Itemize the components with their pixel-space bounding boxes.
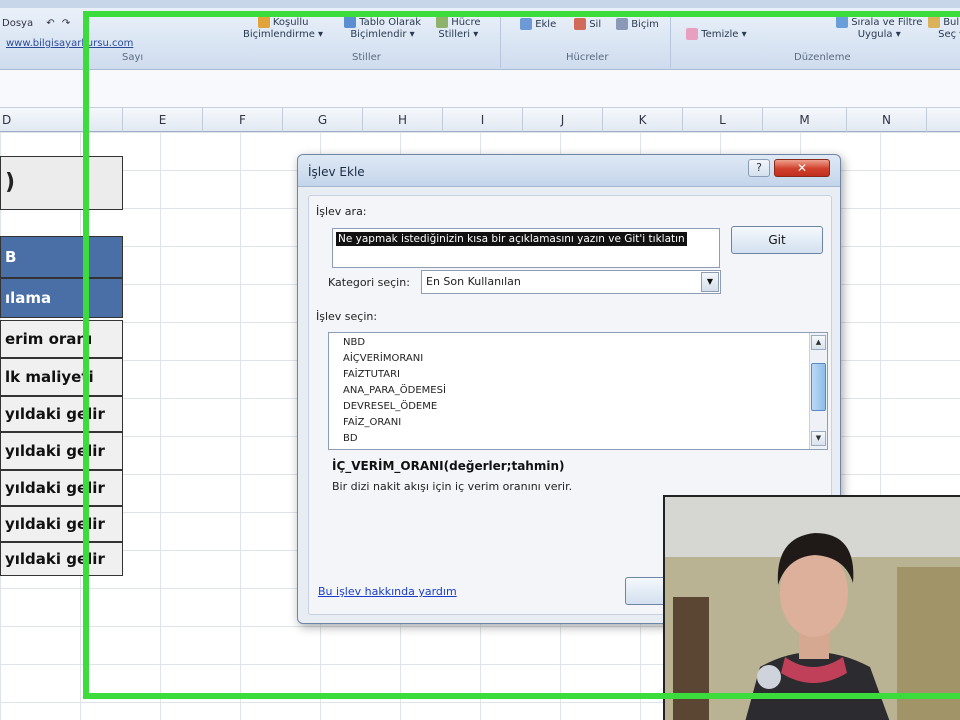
data-cell[interactable]: erim oranı xyxy=(0,320,123,358)
cell-styles-button[interactable]: Hücre Stilleri ▾ xyxy=(436,16,481,41)
function-signature: İÇ_VERİM_ORANI(değerler;tahmin) xyxy=(332,459,565,473)
find-select-icon xyxy=(928,16,940,28)
dropdown-arrow-icon[interactable]: ▼ xyxy=(701,272,719,292)
category-select[interactable]: En Son Kullanılan ▼ xyxy=(421,270,721,294)
group-label-number: Sayı xyxy=(122,52,144,63)
scroll-down-icon[interactable]: ▼ xyxy=(811,431,826,446)
format-as-table-button[interactable]: Tablo Olarak Biçimlendir ▾ xyxy=(344,16,421,41)
close-button[interactable]: ✕ xyxy=(774,159,830,177)
sort-filter-icon xyxy=(836,16,848,28)
column-header[interactable]: E xyxy=(123,108,203,132)
scroll-up-icon[interactable]: ▲ xyxy=(811,335,826,350)
find-select-button[interactable]: Bul ve Seç ▾ xyxy=(928,16,960,41)
conditional-format-icon xyxy=(257,16,270,28)
scroll-thumb[interactable] xyxy=(811,363,826,411)
column-header[interactable]: M xyxy=(763,108,847,132)
insert-cells-button[interactable]: Ekle xyxy=(520,18,556,31)
undo-icon[interactable]: ↶ xyxy=(46,18,54,29)
data-cell[interactable]: yıldaki gelir xyxy=(0,432,123,470)
door-frame xyxy=(673,597,709,720)
function-list-label: İşlev seçin: xyxy=(316,310,378,323)
function-list-item[interactable]: NBD xyxy=(343,337,365,348)
clear-button[interactable]: Temizle ▾ xyxy=(686,28,747,41)
category-value: En Son Kullanılan xyxy=(426,275,521,288)
column-header[interactable]: I xyxy=(443,108,523,132)
quick-access-toolbar[interactable]: Dosya ↶ ↷ xyxy=(2,18,70,29)
search-input-text: Ne yapmak istediğinizin kısa bir açıklam… xyxy=(336,232,687,246)
format-cells-button[interactable]: Biçim xyxy=(616,18,659,31)
title-cell[interactable]: ) xyxy=(0,156,123,210)
column-header[interactable]: N xyxy=(847,108,927,132)
close-icon: ✕ xyxy=(796,161,808,175)
column-header[interactable]: K xyxy=(603,108,683,132)
function-search-input[interactable]: Ne yapmak istediğinizin kısa bir açıklam… xyxy=(332,228,720,268)
function-help-link[interactable]: Bu işlev hakkında yardım xyxy=(318,585,457,598)
sort-filter-button[interactable]: Sırala ve Filtre Uygula ▾ xyxy=(836,16,922,41)
eraser-icon xyxy=(686,28,698,40)
function-list-item[interactable]: FAİZTUTARI xyxy=(343,369,400,380)
go-button[interactable]: Git xyxy=(731,226,823,254)
data-cell[interactable]: yıldaki gelir xyxy=(0,396,123,432)
function-description: Bir dizi nakit akışı için iç verim oranı… xyxy=(332,480,573,493)
group-label-editing: Düzenleme xyxy=(794,52,851,63)
ribbon-top-strip xyxy=(0,0,960,8)
cell-styles-icon xyxy=(436,16,448,28)
column-header[interactable]: G xyxy=(283,108,363,132)
ribbon-separator xyxy=(670,12,671,68)
format-icon xyxy=(616,18,628,30)
search-label: İşlev ara: xyxy=(316,205,367,218)
presenter-video xyxy=(665,497,960,720)
header-cell[interactable]: B xyxy=(0,236,123,278)
ribbon-separator xyxy=(500,12,501,68)
column-header[interactable]: D xyxy=(0,108,123,132)
data-cell[interactable]: yıldaki gelir xyxy=(0,542,123,576)
watermark-url: www.bilgisayarkursu.com xyxy=(6,38,134,49)
webcam-overlay xyxy=(663,495,960,720)
data-cell[interactable]: yıldaki gelir xyxy=(0,506,123,542)
dialog-title-bar[interactable]: İşlev Ekle ? ✕ xyxy=(298,155,840,187)
category-label: Kategori seçin: xyxy=(328,276,410,289)
window xyxy=(897,567,960,720)
header-cell[interactable]: ılama xyxy=(0,278,123,318)
function-list-item[interactable]: AİÇVERİMORANI xyxy=(343,353,423,364)
ribbon: Dosya ↶ ↷ www.bilgisayarkursu.com Koşull… xyxy=(0,0,960,70)
function-list-item[interactable]: BD xyxy=(343,433,358,444)
shirt-emblem xyxy=(757,665,781,689)
insert-icon xyxy=(520,18,532,30)
file-tab[interactable]: Dosya xyxy=(2,18,33,29)
format-table-icon xyxy=(344,16,356,28)
delete-icon xyxy=(574,18,586,30)
column-headers: D E F G H I J K L M N xyxy=(0,108,960,132)
group-label-styles: Stiller xyxy=(352,52,381,63)
column-header[interactable]: L xyxy=(683,108,763,132)
function-list-item[interactable]: DEVRESEL_ÖDEME xyxy=(343,401,437,412)
column-header[interactable]: H xyxy=(363,108,443,132)
column-header[interactable]: J xyxy=(523,108,603,132)
formula-bar-area xyxy=(0,70,960,108)
function-list-scrollbar[interactable]: ▲ ▼ xyxy=(809,333,827,449)
function-list-item[interactable]: FAİZ_ORANI xyxy=(343,417,401,428)
function-list-item[interactable]: ANA_PARA_ÖDEMESİ xyxy=(343,385,446,396)
help-button[interactable]: ? xyxy=(748,159,770,177)
dialog-title: İşlev Ekle xyxy=(308,165,365,179)
redo-icon[interactable]: ↷ xyxy=(62,18,70,29)
help-icon: ? xyxy=(756,161,762,174)
group-label-cells: Hücreler xyxy=(566,52,609,63)
data-cell[interactable]: yıldaki gelir xyxy=(0,470,123,506)
conditional-format-button[interactable]: Koşullu Biçimlendirme ▾ xyxy=(243,16,323,41)
column-header[interactable]: F xyxy=(203,108,283,132)
function-list[interactable]: NBD AİÇVERİMORANI FAİZTUTARI ANA_PARA_ÖD… xyxy=(328,332,828,450)
data-cell[interactable]: lk maliyeti xyxy=(0,358,123,396)
delete-cells-button[interactable]: Sil xyxy=(574,18,601,31)
